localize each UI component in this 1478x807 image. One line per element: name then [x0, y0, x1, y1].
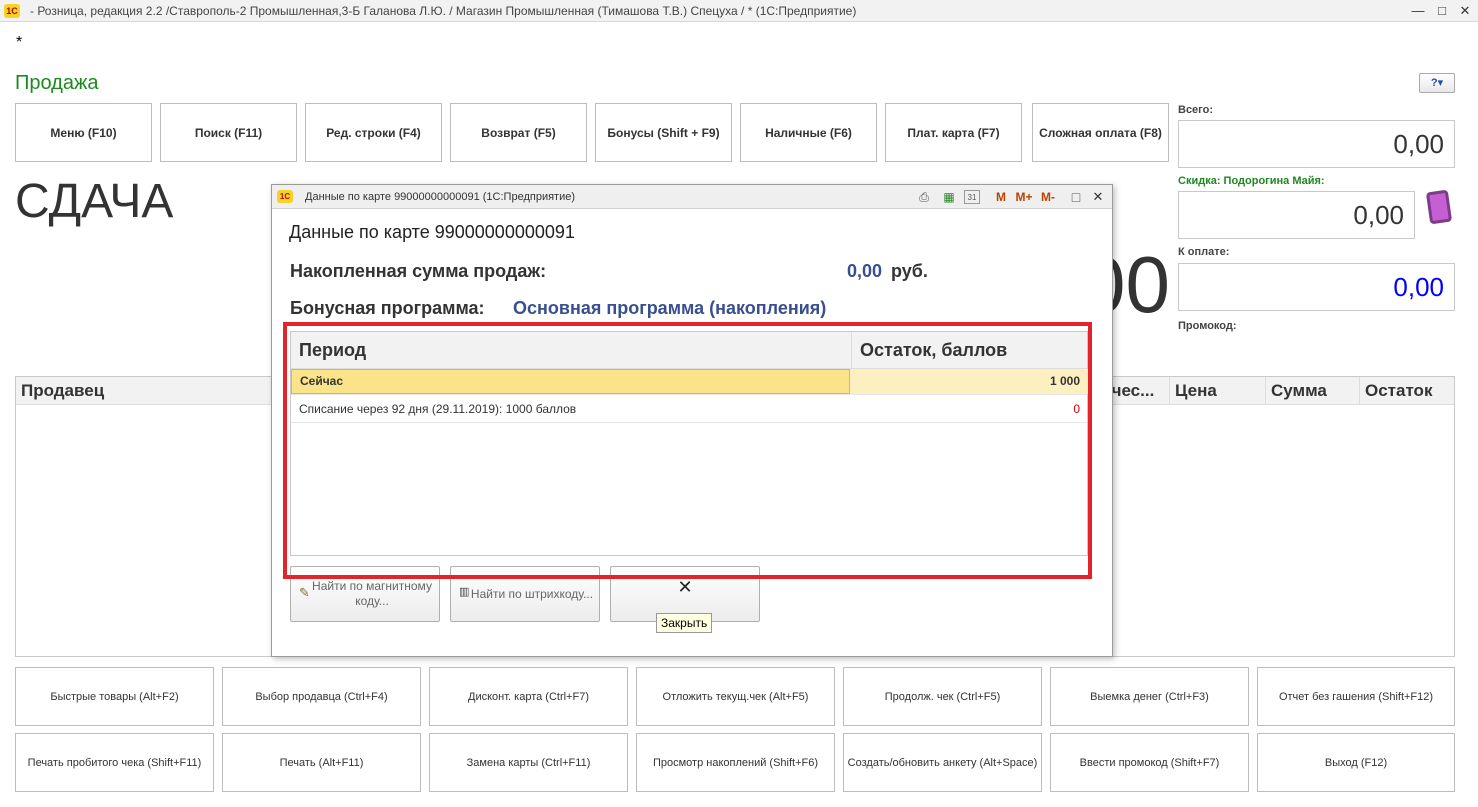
- discount-card-icon[interactable]: [1425, 189, 1453, 225]
- discount-field: 0,00: [1178, 191, 1415, 239]
- search-button[interactable]: Поиск (F11): [160, 103, 297, 162]
- page-title: Продажа: [15, 72, 99, 94]
- card-payment-button[interactable]: Плат. карта (F7): [885, 103, 1022, 162]
- close-icon[interactable]: ✕: [1457, 3, 1473, 19]
- dialog-title: Данные по карте 99000000000091 (1С:Предп…: [305, 191, 576, 203]
- column-seller[interactable]: Продавец: [16, 377, 272, 405]
- edit-row-button[interactable]: Ред. строки (F4): [305, 103, 442, 162]
- dialog-close-icon[interactable]: ✕: [1090, 189, 1106, 205]
- window-title: - Розница, редакция 2.2 /Ставрополь-2 Пр…: [30, 4, 857, 18]
- exit-button[interactable]: Выход (F12): [1257, 733, 1455, 792]
- dialog-heading: Данные по карте 99000000000091: [289, 222, 575, 242]
- dialog-logo-icon: 1С: [277, 190, 293, 203]
- minimize-icon[interactable]: —: [1410, 3, 1426, 19]
- find-by-magnetic-label: Найти по магнитному коду...: [312, 579, 432, 608]
- column-sum[interactable]: Сумма: [1265, 377, 1359, 405]
- window-titlebar: 1С - Розница, редакция 2.2 /Ставрополь-2…: [0, 0, 1478, 22]
- to-pay-field: 0,00: [1178, 263, 1455, 311]
- memory-minus-icon[interactable]: M-: [1038, 189, 1058, 205]
- modified-marker: *: [16, 34, 23, 51]
- maximize-icon[interactable]: □: [1434, 3, 1450, 19]
- bonus-program-value[interactable]: Основная программа (накопления): [513, 298, 826, 319]
- discount-card-button[interactable]: Дисконт. карта (Ctrl+F7): [429, 667, 628, 726]
- dialog-titlebar: 1С Данные по карте 99000000000091 (1С:Пр…: [272, 185, 1112, 209]
- change-label: СДАЧА: [15, 175, 174, 228]
- accumulated-sum-value: 0,00: [846, 261, 882, 281]
- replace-card-button[interactable]: Замена карты (Ctrl+F11): [429, 733, 628, 792]
- x-report-button[interactable]: Отчет без гашения (Shift+F12): [1257, 667, 1455, 726]
- complex-payment-button[interactable]: Сложная оплата (F8): [1032, 103, 1169, 162]
- highlight-annotation: [283, 322, 1092, 579]
- reprint-receipt-button[interactable]: Печать пробитого чека (Shift+F11): [15, 733, 214, 792]
- calendar-icon[interactable]: 31: [964, 190, 980, 204]
- cash-button[interactable]: Наличные (F6): [740, 103, 877, 162]
- app-logo-icon: 1С: [4, 4, 20, 18]
- quick-goods-button[interactable]: Быстрые товары (Alt+F2): [15, 667, 214, 726]
- memory-plus-icon[interactable]: M+: [1014, 189, 1034, 205]
- return-button[interactable]: Возврат (F5): [450, 103, 587, 162]
- barcode-icon: ▥: [459, 586, 470, 598]
- memory-icon[interactable]: M: [994, 189, 1008, 205]
- print-icon[interactable]: ⎙: [916, 189, 932, 205]
- total-field: 0,00: [1178, 120, 1455, 168]
- close-tooltip: Закрыть: [656, 613, 713, 633]
- currency-label: руб.: [891, 261, 928, 281]
- accumulated-sum-label: Накопленная сумма продаж:: [290, 261, 547, 281]
- cash-withdrawal-button[interactable]: Выемка денег (Ctrl+F3): [1050, 667, 1249, 726]
- select-seller-button[interactable]: Выбор продавца (Ctrl+F4): [222, 667, 421, 726]
- view-savings-button[interactable]: Просмотр накоплений (Shift+F6): [636, 733, 835, 792]
- discount-label: Скидка: Подорогина Майя:: [1178, 175, 1325, 187]
- continue-receipt-button[interactable]: Продолж. чек (Ctrl+F5): [843, 667, 1042, 726]
- enter-promo-button[interactable]: Ввести промокод (Shift+F7): [1050, 733, 1249, 792]
- total-label: Всего:: [1178, 104, 1213, 116]
- bonus-program-label: Бонусная программа:: [290, 298, 485, 318]
- dialog-maximize-icon[interactable]: □: [1068, 189, 1084, 205]
- column-price[interactable]: Цена: [1169, 377, 1265, 405]
- to-pay-label: К оплате:: [1178, 246, 1230, 258]
- create-survey-button[interactable]: Создать/обновить анкету (Alt+Space): [843, 733, 1042, 792]
- column-stock[interactable]: Остаток: [1359, 377, 1454, 405]
- bonus-button[interactable]: Бонусы (Shift + F9): [595, 103, 732, 162]
- find-by-barcode-label: Найти по штрихкоду...: [470, 586, 594, 601]
- print-button[interactable]: Печать (Alt+F11): [222, 733, 421, 792]
- menu-button[interactable]: Меню (F10): [15, 103, 152, 162]
- magnetic-card-icon: ✎: [299, 585, 310, 600]
- calculator-icon[interactable]: ▦: [941, 189, 957, 205]
- promo-label: Промокод:: [1178, 320, 1237, 332]
- help-button[interactable]: ?▾: [1419, 73, 1455, 93]
- postpone-receipt-button[interactable]: Отложить текущ.чек (Alt+F5): [636, 667, 835, 726]
